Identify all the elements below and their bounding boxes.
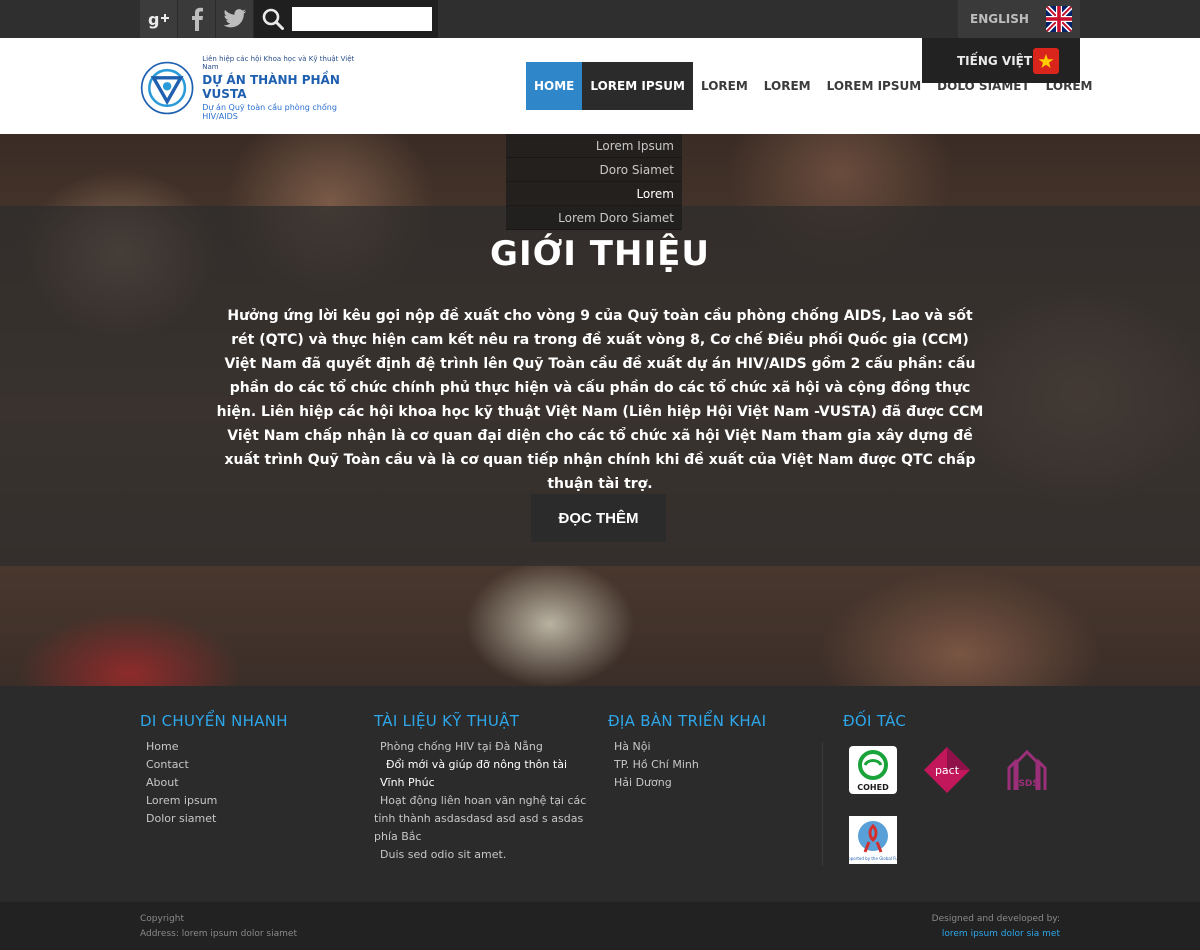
dropdown-item-lorem-doro-siamet[interactable]: Lorem Doro Siamet <box>506 206 682 230</box>
search-box <box>254 0 438 38</box>
language-english[interactable]: ENGLISH <box>958 0 1080 38</box>
google-plus-icon[interactable]: g <box>140 0 178 38</box>
dropdown-item-lorem-ipsum[interactable]: Lorem Ipsum <box>506 134 682 158</box>
language-english-label: ENGLISH <box>970 12 1029 26</box>
footer-technical-docs-title: TÀI LIỆU KỸ THUẬT <box>374 712 520 730</box>
pact-logo-icon[interactable]: pact <box>923 746 971 794</box>
nav-item-lorem[interactable]: LOREM <box>693 62 756 110</box>
credits-block: Designed and developed by: lorem ipsum d… <box>932 912 1060 942</box>
vietnam-flag-icon <box>1033 47 1059 74</box>
site-logo[interactable]: Liên hiệp các hội Khoa học và Kỹ thuật V… <box>140 55 360 121</box>
nav-item-lorem-2[interactable]: LOREM <box>756 62 819 110</box>
footer-location-link[interactable]: Hải Dương <box>608 774 818 792</box>
logo-title: DỰ ÁN THÀNH PHẦN VUSTA <box>202 73 340 101</box>
copyright-block: Copyright Address: lorem ipsum dolor sia… <box>140 912 297 942</box>
footer-doc-link[interactable]: Đổi mới và giúp đỡ nông thôn tài Vĩnh Ph… <box>374 756 589 792</box>
footer-quick-links: DI CHUYỂN NHANH Home Contact About Lorem… <box>140 712 360 828</box>
svg-text:COHED: COHED <box>857 783 889 792</box>
global-fund-logo-icon[interactable]: Supported by the Global Fund <box>849 816 897 864</box>
designed-by-text: Designed and developed by: <box>931 914 1060 924</box>
footer-link-dolor-siamet[interactable]: Dolor siamet <box>140 810 360 828</box>
footer-location-link[interactable]: Hà Nội <box>608 738 818 756</box>
logo-tagline: Liên hiệp các hội Khoa học và Kỹ thuật V… <box>202 55 355 71</box>
logo-subtitle: Dự án Quỹ toàn cầu phòng chống HIV/AIDS <box>202 103 337 121</box>
nav-item-home[interactable]: HOME <box>526 62 583 110</box>
footer-locations-title: ĐỊA BÀN TRIỂN KHAI <box>608 712 767 730</box>
nav-item-lorem-ipsum[interactable]: LOREM IPSUM <box>582 62 693 110</box>
uk-flag-icon <box>1046 6 1072 32</box>
footer-locations: ĐỊA BÀN TRIỂN KHAI Hà Nội TP. Hồ Chí Min… <box>608 712 818 792</box>
footer-doc-link[interactable]: Phòng chống HIV tại Đà Nẵng <box>374 738 589 756</box>
footer-partners-title: ĐỐI TÁC <box>843 712 907 730</box>
facebook-icon[interactable] <box>178 0 216 38</box>
search-icon[interactable] <box>262 8 284 30</box>
hero-title: GIỚI THIỆU <box>490 234 710 274</box>
hero-text: Hưởng ứng lời kêu gọi nộp đề xuất cho vò… <box>216 308 984 492</box>
footer-doc-link[interactable]: Hoạt động liên hoan văn nghệ tại các tỉn… <box>374 792 589 846</box>
svg-text:Supported by the Global Fund: Supported by the Global Fund <box>849 856 897 861</box>
footer-link-contact[interactable]: Contact <box>140 756 360 774</box>
svg-text:pact: pact <box>935 764 960 777</box>
isds-logo-icon[interactable]: ISDS <box>1003 746 1051 794</box>
language-vietnamese-label: TIẾNG VIỆT <box>957 53 1033 68</box>
logo-text: Liên hiệp các hội Khoa học và Kỹ thuật V… <box>202 55 360 121</box>
search-input[interactable] <box>292 7 432 31</box>
copyright-text: Copyright <box>140 914 184 924</box>
footer-location-link[interactable]: TP. Hồ Chí Minh <box>608 756 818 774</box>
nav-item-lorem-ipsum-2[interactable]: LOREM IPSUM <box>819 62 930 110</box>
read-more-button[interactable]: ĐỌC THÊM <box>531 494 666 542</box>
bottom-bar: Copyright Address: lorem ipsum dolor sia… <box>0 902 1200 950</box>
footer-technical-docs: TÀI LIỆU KỸ THUẬT Phòng chống HIV tại Đà… <box>374 712 589 864</box>
twitter-icon[interactable] <box>216 0 254 38</box>
cohed-logo-icon[interactable]: COHED <box>849 746 897 794</box>
vusta-logo-icon <box>140 61 194 115</box>
language-vietnamese[interactable]: TIẾNG VIỆT <box>922 38 1080 83</box>
dropdown-item-doro-siamet[interactable]: Doro Siamet <box>506 158 682 182</box>
footer-partners: ĐỐI TÁC COHED pact ISDS pported by the G… <box>843 712 1073 864</box>
nav-dropdown-menu: Lorem Ipsum Doro Siamet Lorem Lorem Doro… <box>506 134 682 230</box>
svg-text:g: g <box>148 10 159 29</box>
top-bar: g ENGLISH <box>0 0 1200 38</box>
footer-link-home[interactable]: Home <box>140 738 360 756</box>
social-links: g <box>140 0 254 38</box>
svg-text:ISDS: ISDS <box>1015 779 1039 789</box>
designer-link[interactable]: lorem ipsum dolor sia met <box>932 927 1060 942</box>
footer-link-lorem-ipsum[interactable]: Lorem ipsum <box>140 792 360 810</box>
footer-quick-links-title: DI CHUYỂN NHANH <box>140 712 288 730</box>
dropdown-item-lorem[interactable]: Lorem <box>506 182 682 206</box>
footer-link-about[interactable]: About <box>140 774 360 792</box>
address-text: Address: lorem ipsum dolor siamet <box>140 929 297 939</box>
footer-divider <box>822 742 823 866</box>
site-footer: DI CHUYỂN NHANH Home Contact About Lorem… <box>0 686 1200 902</box>
footer-doc-link[interactable]: Duis sed odio sit amet. <box>374 846 589 864</box>
